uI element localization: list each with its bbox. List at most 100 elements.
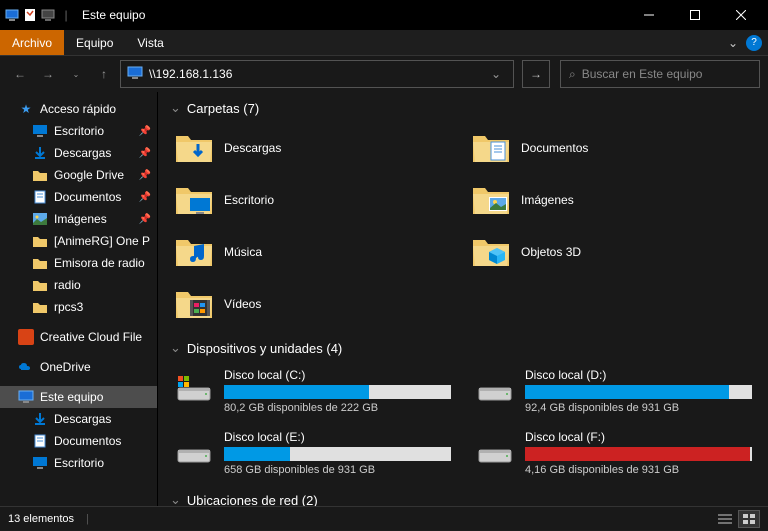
drive-usage-bar [224, 447, 451, 461]
documents-icon [32, 433, 48, 449]
drive-status: 658 GB disponibles de 931 GB [224, 464, 451, 476]
sidebar-onedrive[interactable]: OneDrive [0, 356, 157, 378]
drive-icon [174, 430, 214, 470]
menubar: Archivo Equipo Vista ⌄ ? [0, 30, 768, 56]
pictures-icon [32, 211, 48, 227]
pictures-folder-icon [471, 180, 511, 220]
sidebar-item[interactable]: Descargas [0, 408, 157, 430]
divider: | [86, 513, 89, 525]
drive-item[interactable]: Disco local (D:) 92,4 GB disponibles de … [471, 364, 756, 418]
creative-cloud-icon [18, 329, 34, 345]
up-button[interactable]: ↑ [92, 62, 116, 86]
star-icon: ★ [18, 101, 34, 117]
drives-section-header[interactable]: ⌄ Dispositivos y unidades (4) [170, 340, 756, 356]
chevron-down-icon: ⌄ [170, 492, 181, 506]
app-icon [40, 7, 56, 23]
menu-archivo[interactable]: Archivo [0, 30, 64, 55]
chevron-down-icon: ⌄ [170, 100, 181, 116]
sidebar-item[interactable]: Imágenes 📌 [0, 208, 157, 230]
drive-name: Disco local (E:) [224, 430, 451, 444]
quick-access-toolbar: | [4, 7, 74, 23]
sidebar-quick-access[interactable]: ★ Acceso rápido [0, 98, 157, 120]
address-dropdown-icon[interactable]: ⌄ [485, 67, 507, 81]
sidebar-item[interactable]: Descargas 📌 [0, 142, 157, 164]
forward-button[interactable]: → [36, 62, 60, 86]
drive-icon [174, 368, 214, 408]
titlebar: | Este equipo [0, 0, 768, 30]
folder-item[interactable]: Vídeos [170, 280, 459, 328]
downloads-icon [32, 145, 48, 161]
network-section-header[interactable]: ⌄ Ubicaciones de red (2) [170, 492, 756, 506]
recent-dropdown[interactable]: ⌄ [64, 62, 88, 86]
chevron-down-icon: ⌄ [170, 340, 181, 356]
search-bar[interactable]: ⌕ [560, 60, 760, 88]
drive-name: Disco local (C:) [224, 368, 451, 382]
sidebar-item[interactable]: Emisora de radio [0, 252, 157, 274]
folder-item[interactable]: Objetos 3D [467, 228, 756, 276]
minimize-button[interactable] [626, 0, 672, 30]
drive-usage-bar [525, 447, 752, 461]
folder-item[interactable]: Imágenes [467, 176, 756, 224]
divider-icon: | [58, 7, 74, 23]
folder-item[interactable]: Escritorio [170, 176, 459, 224]
search-input[interactable] [582, 67, 751, 81]
sidebar-this-pc[interactable]: Este equipo [0, 386, 157, 408]
tiles-view-button[interactable] [738, 510, 760, 528]
pin-icon: 📌 [139, 192, 151, 203]
window-title: Este equipo [82, 8, 145, 22]
go-button[interactable]: → [522, 60, 550, 88]
properties-icon[interactable] [22, 7, 38, 23]
drive-icon [475, 430, 515, 470]
desktop-folder-icon [174, 180, 214, 220]
folder-icon [32, 277, 48, 293]
close-button[interactable] [718, 0, 764, 30]
music-folder-icon [174, 232, 214, 272]
sidebar-item[interactable]: rpcs3 [0, 296, 157, 318]
drive-status: 4,16 GB disponibles de 931 GB [525, 464, 752, 476]
maximize-button[interactable] [672, 0, 718, 30]
sidebar-item[interactable]: Escritorio [0, 452, 157, 474]
documents-icon [32, 189, 48, 205]
drive-item[interactable]: Disco local (C:) 80,2 GB disponibles de … [170, 364, 455, 418]
drive-usage-bar [224, 385, 451, 399]
sidebar-item[interactable]: radio [0, 274, 157, 296]
folder-item[interactable]: Música [170, 228, 459, 276]
chevron-down-icon[interactable]: ⌄ [728, 36, 738, 50]
folder-item[interactable]: Descargas [170, 124, 459, 172]
sidebar-item[interactable]: Documentos [0, 430, 157, 452]
sidebar-item[interactable]: [AnimeRG] One P [0, 230, 157, 252]
navbar: ← → ⌄ ↑ ⌄ → ⌕ [0, 56, 768, 92]
menu-vista[interactable]: Vista [125, 30, 175, 55]
desktop-icon [32, 455, 48, 471]
folders-section-header[interactable]: ⌄ Carpetas (7) [170, 100, 756, 116]
details-view-button[interactable] [714, 510, 736, 528]
folder-item[interactable]: Documentos [467, 124, 756, 172]
pin-icon: 📌 [139, 170, 151, 181]
search-icon: ⌕ [569, 67, 576, 82]
folder-icon [32, 299, 48, 315]
menu-equipo[interactable]: Equipo [64, 30, 125, 55]
downloads-icon [32, 411, 48, 427]
sidebar-item[interactable]: Documentos 📌 [0, 186, 157, 208]
computer-icon[interactable] [4, 7, 20, 23]
sidebar-item[interactable]: Escritorio 📌 [0, 120, 157, 142]
address-bar[interactable]: ⌄ [120, 60, 514, 88]
drive-item[interactable]: Disco local (E:) 658 GB disponibles de 9… [170, 426, 455, 480]
sidebar-creative-cloud[interactable]: Creative Cloud File [0, 326, 157, 348]
back-button[interactable]: ← [8, 62, 32, 86]
drive-item[interactable]: Disco local (F:) 4,16 GB disponibles de … [471, 426, 756, 480]
videos-folder-icon [174, 284, 214, 324]
help-icon[interactable]: ? [746, 35, 762, 51]
desktop-icon [32, 123, 48, 139]
drive-name: Disco local (F:) [525, 430, 752, 444]
sidebar[interactable]: ★ Acceso rápido Escritorio 📌 Descargas 📌… [0, 92, 158, 506]
address-input[interactable] [149, 67, 479, 81]
drive-name: Disco local (D:) [525, 368, 752, 382]
statusbar: 13 elementos | [0, 506, 768, 530]
sidebar-item[interactable]: Google Drive 📌 [0, 164, 157, 186]
documents-folder-icon [471, 128, 511, 168]
main-panel[interactable]: ⌄ Carpetas (7) Descargas Documentos Escr… [158, 92, 768, 506]
computer-icon [18, 389, 34, 405]
folder-icon [32, 233, 48, 249]
pin-icon: 📌 [139, 214, 151, 225]
